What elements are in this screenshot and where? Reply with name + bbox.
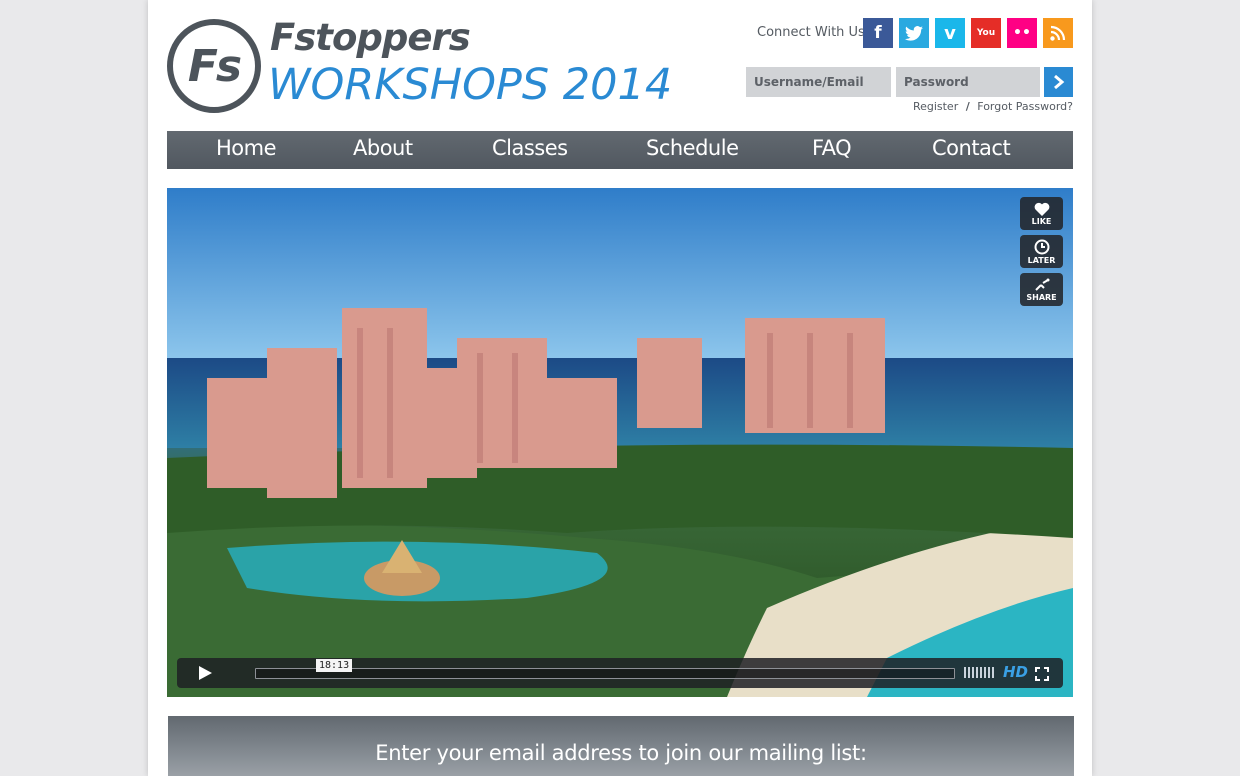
- fullscreen-button[interactable]: [1035, 666, 1049, 685]
- later-label: LATER: [1027, 255, 1056, 265]
- username-input[interactable]: [746, 67, 891, 97]
- video-poster-image: [167, 188, 1073, 697]
- logo-mark[interactable]: Fs: [167, 19, 261, 113]
- play-icon: [199, 666, 212, 680]
- share-icon: [1034, 278, 1049, 291]
- password-input[interactable]: [896, 67, 1040, 97]
- logo-name[interactable]: Fstoppers: [270, 16, 471, 59]
- twitter-button[interactable]: [899, 18, 929, 48]
- login-submit-button[interactable]: [1044, 67, 1073, 97]
- nav-item-classes[interactable]: Classes: [492, 136, 568, 160]
- volume-control[interactable]: [964, 667, 994, 678]
- rss-button[interactable]: [1043, 18, 1073, 48]
- facebook-icon: f: [874, 23, 882, 43]
- video-player[interactable]: LIKE LATER SHARE 18:13 HD: [167, 188, 1073, 697]
- vimeo-button[interactable]: v: [935, 18, 965, 48]
- share-button[interactable]: SHARE: [1020, 273, 1063, 306]
- video-side-actions: LIKE LATER SHARE: [1020, 197, 1063, 306]
- nav-item-about[interactable]: About: [353, 136, 413, 160]
- nav-item-faq[interactable]: FAQ: [812, 136, 852, 160]
- mailing-list-heading: Enter your email address to join our mai…: [375, 741, 867, 765]
- nav-item-contact[interactable]: Contact: [932, 136, 1011, 160]
- youtube-button[interactable]: You: [971, 18, 1001, 48]
- heart-icon: [1034, 202, 1049, 216]
- fullscreen-icon: [1035, 667, 1049, 681]
- connect-label: Connect With Us:: [757, 25, 870, 40]
- account-links: Register / Forgot Password?: [913, 100, 1073, 113]
- share-label: SHARE: [1026, 292, 1057, 302]
- link-separator: /: [965, 100, 970, 113]
- video-progress-bar[interactable]: 18:13: [255, 659, 955, 679]
- social-links: f v You ••: [863, 18, 1073, 48]
- mailing-list-banner: Enter your email address to join our mai…: [168, 716, 1074, 776]
- watch-later-button[interactable]: LATER: [1020, 235, 1063, 268]
- like-button[interactable]: LIKE: [1020, 197, 1063, 230]
- logo-subtitle: WORKSHOPS 2014: [268, 60, 673, 110]
- hd-toggle[interactable]: HD: [1003, 663, 1028, 681]
- page: Fs Fstoppers WORKSHOPS 2014 Connect With…: [148, 0, 1092, 776]
- chevron-right-icon: [1053, 74, 1064, 90]
- video-duration: 18:13: [316, 659, 353, 672]
- video-controls: 18:13 HD: [177, 658, 1063, 688]
- twitter-icon: [905, 25, 923, 41]
- facebook-button[interactable]: f: [863, 18, 893, 48]
- flickr-icon: ••: [1013, 25, 1031, 41]
- vimeo-icon: v: [944, 22, 956, 44]
- nav-item-schedule[interactable]: Schedule: [646, 136, 739, 160]
- like-label: LIKE: [1031, 216, 1052, 226]
- register-link[interactable]: Register: [913, 100, 958, 113]
- nav-item-home[interactable]: Home: [216, 136, 277, 160]
- play-button[interactable]: [197, 665, 213, 685]
- forgot-password-link[interactable]: Forgot Password?: [977, 100, 1073, 113]
- rss-icon: [1050, 25, 1066, 41]
- clock-icon: [1034, 239, 1049, 254]
- flickr-button[interactable]: ••: [1007, 18, 1037, 48]
- youtube-icon: You: [976, 28, 996, 38]
- main-nav: Home About Classes Schedule FAQ Contact: [167, 131, 1073, 169]
